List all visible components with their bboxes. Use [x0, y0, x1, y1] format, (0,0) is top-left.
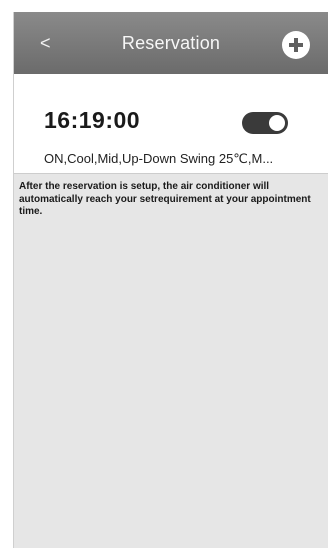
- reservation-info-text: After the reservation is setup, the air …: [19, 181, 311, 217]
- reservation-toggle[interactable]: [242, 112, 288, 134]
- add-reservation-button[interactable]: [282, 31, 310, 59]
- reservation-item[interactable]: 16:19:00 ON,Cool,Mid,Up-Down Swing 25℃,M…: [14, 74, 328, 174]
- reservation-screen: < Reservation 16:19:00 ON,Cool,Mid,Up-Do…: [13, 12, 328, 548]
- reservation-details: ON,Cool,Mid,Up-Down Swing 25℃,M...: [44, 151, 274, 166]
- page-title: Reservation: [121, 33, 221, 53]
- reservation-time: 16:19:00: [44, 107, 141, 133]
- toggle-knob: [269, 115, 285, 131]
- header-bar: < Reservation: [14, 12, 328, 74]
